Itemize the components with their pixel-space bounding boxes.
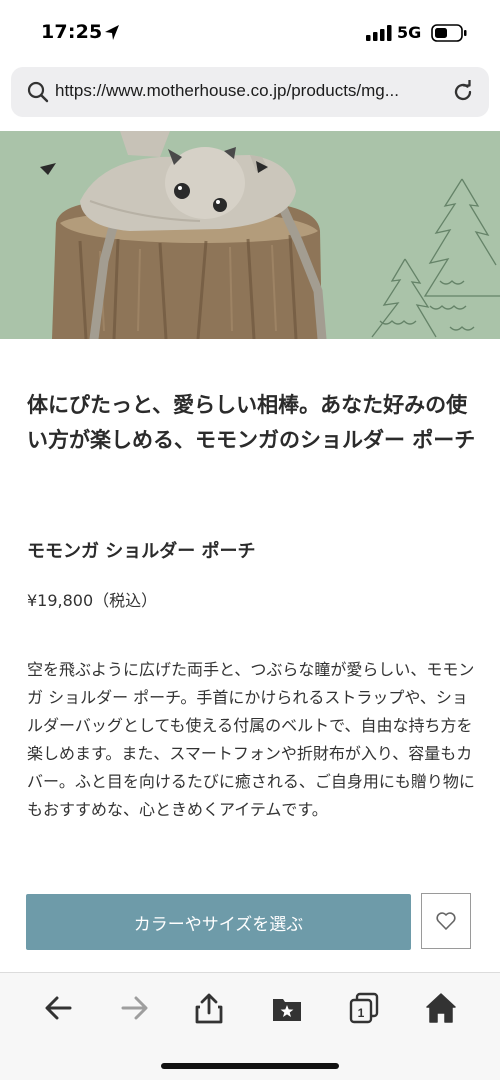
home-icon[interactable]: [424, 991, 458, 1025]
url-text[interactable]: https://www.motherhouse.co.jp/products/m…: [55, 81, 447, 101]
favorite-button[interactable]: [421, 893, 471, 949]
product-hero-image: [0, 131, 500, 339]
home-indicator: [161, 1063, 339, 1069]
network-label: 5G: [397, 23, 422, 42]
status-bar: 17:25 5G: [0, 0, 500, 64]
share-icon[interactable]: [192, 991, 226, 1025]
bookmarks-icon[interactable]: [270, 991, 304, 1025]
status-time: 17:25: [41, 21, 103, 43]
address-bar[interactable]: https://www.motherhouse.co.jp/products/m…: [11, 67, 489, 117]
back-arrow-icon[interactable]: [42, 991, 76, 1025]
select-color-size-button[interactable]: カラーやサイズを選ぶ: [26, 894, 411, 950]
signal-bars-icon: [366, 25, 392, 41]
product-page: 17:25 5G https://www.motherhouse.co.jp/p…: [0, 0, 500, 1080]
product-headline: 体にぴたっと、愛らしい相棒。あなた好みの使い方が楽しめる、モモンガのショルダー …: [27, 393, 476, 452]
location-arrow-icon: [105, 25, 119, 40]
tab-count: 1: [358, 1006, 365, 1020]
heart-icon: [436, 912, 456, 930]
reload-icon[interactable]: [451, 80, 475, 104]
tabs-icon[interactable]: 1: [347, 991, 381, 1025]
product-price: ¥19,800（税込）: [27, 591, 158, 610]
product-description: 空を飛ぶように広げた両手と、つぶらな瞳が愛らしい、モモンガ ショルダー ポーチ。…: [27, 660, 475, 819]
search-icon: [27, 81, 49, 103]
product-name: モモンガ ショルダー ポーチ: [27, 541, 256, 562]
battery-icon: [431, 24, 467, 42]
forward-arrow-icon[interactable]: [117, 991, 151, 1025]
